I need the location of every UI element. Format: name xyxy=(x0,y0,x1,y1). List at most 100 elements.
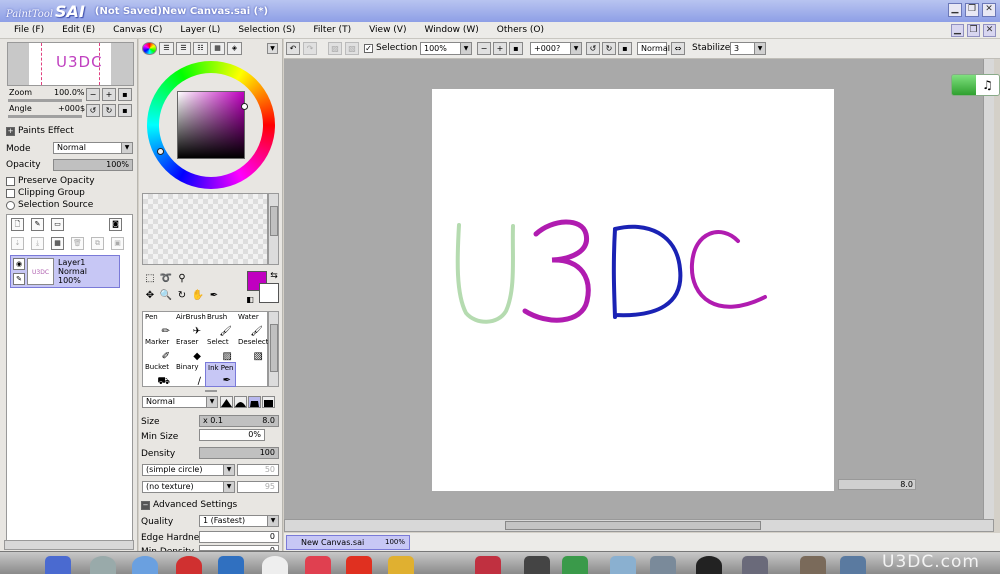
brush-texture-strength[interactable]: 95 xyxy=(237,481,279,493)
toolbar-rotate-reset-button[interactable]: ▪ xyxy=(618,42,632,55)
new-layer-icon[interactable]: 🗋 xyxy=(11,218,24,231)
move-icon[interactable]: ✥ xyxy=(143,289,157,303)
rotate-right-button[interactable]: ↻ xyxy=(102,104,116,117)
dock-finder-icon[interactable] xyxy=(45,556,71,574)
doc-minimize-button[interactable]: ▁ xyxy=(951,24,964,37)
menu-canvas[interactable]: Canvas (C) xyxy=(113,25,162,35)
dock-app-icon-12[interactable] xyxy=(742,556,768,574)
angle-slider[interactable] xyxy=(8,115,82,118)
dock-app-icon-7[interactable] xyxy=(524,556,550,574)
brush-blend-dropdown[interactable]: Normal ▼ xyxy=(142,396,218,408)
dock-app-icon-14[interactable] xyxy=(840,556,866,574)
zoom-dropdown[interactable]: 100% ▼ xyxy=(420,42,472,55)
canvas-horizontal-scrollbar[interactable] xyxy=(284,519,994,532)
pen-icon[interactable]: ✎ xyxy=(13,273,25,285)
color-panel-menu-button[interactable]: ▼ xyxy=(267,43,278,54)
quality-dropdown[interactable]: 1 (Fastest) ▼ xyxy=(199,515,279,527)
clipping-group-checkbox[interactable]: Clipping Group xyxy=(6,188,85,198)
tool-ink-pen[interactable]: Ink Pen ✒ xyxy=(205,362,236,387)
canvas-vertical-scrollbar[interactable] xyxy=(983,59,994,519)
zoom-reset-button[interactable]: ▪ xyxy=(118,88,132,101)
layer-panel-scrollbar[interactable] xyxy=(4,540,134,550)
brush-shape-strength[interactable]: 50 xyxy=(237,464,279,476)
density-slider[interactable]: 100 xyxy=(199,447,279,459)
blend-display-box[interactable]: Normal xyxy=(637,42,670,55)
toolbar-zoom-out-button[interactable]: − xyxy=(477,42,491,55)
dock-app-icon-6[interactable] xyxy=(475,556,501,574)
floating-music-button[interactable]: ♫ xyxy=(951,74,1000,96)
flip-horizontal-button[interactable]: ⇔ xyxy=(671,42,685,55)
hue-picker-handle[interactable] xyxy=(157,148,164,155)
deselect-button[interactable]: ▨ xyxy=(328,42,342,55)
min-size-slider[interactable]: 0% xyxy=(199,429,265,441)
doc-close-button[interactable]: ✕ xyxy=(983,24,996,37)
tool-deselect[interactable]: Deselect ▧ xyxy=(236,337,269,362)
swap-colors-icon[interactable]: ⇆ xyxy=(267,269,281,283)
rotate-reset-button[interactable]: ▪ xyxy=(118,104,132,117)
close-button[interactable]: ✕ xyxy=(982,3,996,17)
rotate-icon[interactable]: ↻ xyxy=(175,289,189,303)
brush-shape-flat-icon[interactable] xyxy=(262,396,275,408)
tool-marker[interactable]: Marker ✐ xyxy=(143,337,174,362)
brush-shape-soft-icon[interactable] xyxy=(234,396,247,408)
layer-opacity-slider[interactable]: 100% xyxy=(53,159,133,171)
magic-wand-icon[interactable]: ⚲ xyxy=(175,272,189,286)
brush-shape-sharp-icon[interactable] xyxy=(220,396,233,408)
color-wheel-tab[interactable] xyxy=(142,42,157,55)
lasso-icon[interactable]: ➰ xyxy=(159,272,173,286)
dock-app-icon-1[interactable] xyxy=(90,556,116,574)
rectangle-select-icon[interactable]: ⬚ xyxy=(143,272,157,286)
invert-selection-button[interactable]: ▧ xyxy=(345,42,359,55)
dock-app-icon-13[interactable] xyxy=(800,556,826,574)
duplicate-layer-icon[interactable]: ⧉ xyxy=(91,237,104,250)
rotate-left-button[interactable]: ↺ xyxy=(86,104,100,117)
tool-grid-scrollbar[interactable] xyxy=(268,311,279,387)
delete-layer-icon[interactable]: 🗑 xyxy=(71,237,84,250)
brush-texture-dropdown[interactable]: (no texture) ▼ xyxy=(142,481,235,493)
zoom-icon[interactable]: 🔍 xyxy=(159,289,173,303)
dock-app-icon-4[interactable] xyxy=(262,556,288,574)
menu-view[interactable]: View (V) xyxy=(369,25,406,35)
document-tab[interactable]: New Canvas.sai 100% xyxy=(286,535,410,550)
hsv-slider-tab[interactable]: ☰ xyxy=(176,42,191,55)
menu-file[interactable]: File (F) xyxy=(14,25,44,35)
toolbar-zoom-reset-button[interactable]: ▪ xyxy=(509,42,523,55)
zoom-out-button[interactable]: − xyxy=(86,88,100,101)
dock-app-icon-5[interactable] xyxy=(346,556,372,574)
tool-eraser[interactable]: Eraser ◆ xyxy=(174,337,205,362)
eyedropper-icon[interactable]: ✒ xyxy=(207,289,221,303)
layer-mode-dropdown[interactable]: Normal ▼ xyxy=(53,142,133,154)
dock-app-icon-11[interactable] xyxy=(696,556,722,574)
dock-app-icon-3[interactable] xyxy=(218,556,244,574)
dock-music-icon[interactable] xyxy=(305,556,331,574)
dock-app-icon-8[interactable] xyxy=(562,556,588,574)
selection-toggle[interactable]: ✓ Selection xyxy=(364,42,417,55)
tool-airbrush[interactable]: AirBrush ✈ xyxy=(174,312,206,337)
dock-app-icon-9[interactable] xyxy=(610,556,636,574)
toolbar-rotate-right-button[interactable]: ↻ xyxy=(602,42,616,55)
dock-app-icon-10[interactable] xyxy=(650,556,676,574)
intermediate-color-tab[interactable]: ☷ xyxy=(193,42,208,55)
panel-splitter[interactable] xyxy=(205,390,217,392)
brush-shape-dropdown[interactable]: (simple circle) ▼ xyxy=(142,464,235,476)
menu-window[interactable]: Window (W) xyxy=(424,25,478,35)
tool-brush[interactable]: Brush 🖌 xyxy=(205,312,236,337)
menu-layer[interactable]: Layer (L) xyxy=(180,25,220,35)
color-swatch-tab[interactable]: ▦ xyxy=(210,42,225,55)
zoom-slider[interactable] xyxy=(8,99,82,102)
canvas-viewport[interactable] xyxy=(284,59,994,519)
sv-picker-handle[interactable] xyxy=(241,103,248,110)
maximize-button[interactable]: ❐ xyxy=(965,3,979,17)
tool-water[interactable]: Water 🖌 xyxy=(236,312,267,337)
menu-others[interactable]: Others (O) xyxy=(497,25,544,35)
background-color-swatch[interactable] xyxy=(259,283,279,303)
rgb-slider-tab[interactable]: ☰ xyxy=(159,42,174,55)
swatch-scrollbar[interactable] xyxy=(268,193,279,265)
brush-shape-round-icon[interactable] xyxy=(248,396,261,408)
color-wheel[interactable] xyxy=(147,61,275,189)
toolbar-zoom-in-button[interactable]: + xyxy=(493,42,507,55)
zoom-in-button[interactable]: + xyxy=(102,88,116,101)
transfer-down-icon[interactable]: ⇣ xyxy=(11,237,24,250)
lock-layer-icon[interactable]: ▣ xyxy=(111,237,124,250)
angle-dropdown[interactable]: +000? ▼ xyxy=(530,42,582,55)
